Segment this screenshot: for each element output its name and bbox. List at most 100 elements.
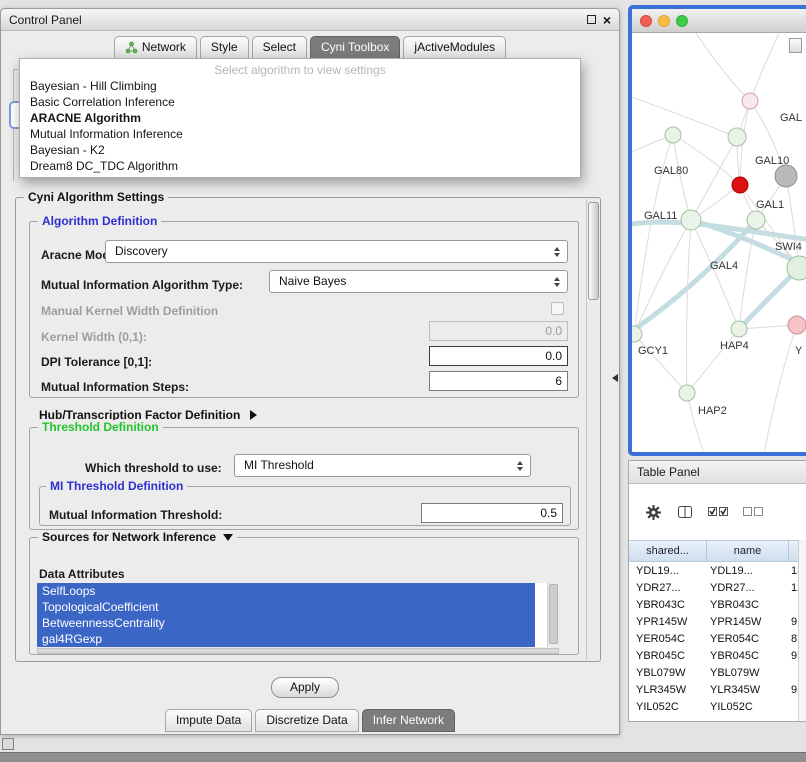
table-cell: YBL079W <box>707 667 789 679</box>
dpi-tolerance-field[interactable]: 0.0 <box>429 346 568 366</box>
scrollbar-thumb[interactable] <box>588 202 599 300</box>
selected-value: Naive Bayes <box>279 274 346 288</box>
mi-steps-field[interactable]: 6 <box>429 371 568 391</box>
network-node[interactable] <box>788 316 806 334</box>
network-node[interactable] <box>731 321 747 337</box>
close-traffic-light-icon[interactable] <box>640 15 652 27</box>
tab-select[interactable]: Select <box>252 36 307 59</box>
network-edge <box>632 220 756 335</box>
table-settings-button[interactable] <box>645 504 662 521</box>
desktop-bottom-bar <box>0 752 806 762</box>
minimize-traffic-light-icon[interactable] <box>658 15 670 27</box>
node-label: HAP2 <box>698 405 727 417</box>
network-node[interactable] <box>728 128 746 146</box>
network-edge <box>687 329 739 393</box>
network-node[interactable] <box>665 127 681 143</box>
column-visibility-button[interactable] <box>677 504 693 520</box>
sources-section-header[interactable]: Sources for Network Inference <box>38 530 237 544</box>
table-cell: YBR043C <box>707 599 789 611</box>
attributes-list-scrollbar[interactable] <box>547 583 559 647</box>
node-label: GAL <box>780 112 802 124</box>
algorithm-option-bayesian-hill-climbing[interactable]: Bayesian - Hill Climbing <box>20 78 580 94</box>
group-title: Threshold Definition <box>38 420 163 434</box>
attributes-horizontal-scrollbar[interactable] <box>37 648 559 654</box>
table-row[interactable]: YBR045CYBR045C9. <box>629 647 806 664</box>
network-node[interactable] <box>732 177 748 193</box>
node-label: GAL4 <box>710 260 738 272</box>
minimized-window-icon[interactable] <box>2 738 14 750</box>
network-canvas[interactable]: GALGAL80GAL10GAL1GAL11SWI4GAL4GCY1HAP4HA… <box>632 33 806 451</box>
attribute-item-selfloops[interactable]: SelfLoops <box>37 583 535 599</box>
control-panel-titlebar[interactable]: Control Panel × <box>1 9 619 31</box>
table-row[interactable]: YDR27...YDR27...12 <box>629 579 806 596</box>
network-node[interactable] <box>787 256 806 280</box>
network-tool-button[interactable] <box>789 38 802 53</box>
network-node[interactable] <box>679 385 695 401</box>
group-title-text: Algorithm Definition <box>42 214 157 228</box>
tab-network[interactable]: Network <box>114 36 197 59</box>
tab-label: Infer Network <box>373 713 444 727</box>
settings-scrollbar[interactable] <box>586 199 600 660</box>
window-controls: × <box>587 14 611 26</box>
column-header-2[interactable]: name <box>707 541 789 561</box>
panel-collapse-arrow[interactable] <box>612 374 618 382</box>
tab-jactivemodules[interactable]: jActiveModules <box>403 36 506 59</box>
table-row[interactable]: YER054CYER054C8. <box>629 630 806 647</box>
tab-label: Network <box>142 40 186 54</box>
group-title-text: Threshold Definition <box>42 420 159 434</box>
node-label: HAP4 <box>720 340 749 352</box>
scrollbar-thumb[interactable] <box>549 584 558 644</box>
algorithm-option-basic-correlation-inference[interactable]: Basic Correlation Inference <box>20 94 580 110</box>
zoom-traffic-light-icon[interactable] <box>676 15 688 27</box>
float-window-icon[interactable] <box>587 15 596 24</box>
table-cell: YER054C <box>629 633 707 645</box>
select-all-button[interactable] <box>708 506 728 518</box>
tab-label: jActiveModules <box>414 40 495 54</box>
tab-style[interactable]: Style <box>200 36 249 59</box>
algorithm-option-bayesian-k2[interactable]: Bayesian - K2 <box>20 142 580 158</box>
algorithm-option-dream8-dc-tdc-algorithm[interactable]: Dream8 DC_TDC Algorithm <box>20 158 580 174</box>
expand-arrow-icon[interactable] <box>250 410 257 420</box>
network-graph[interactable]: GALGAL80GAL10GAL1GAL11SWI4GAL4GCY1HAP4HA… <box>632 33 806 451</box>
which-threshold-select[interactable]: MI Threshold <box>234 454 531 477</box>
table-row[interactable]: YBL079WYBL079W <box>629 664 806 681</box>
gear-icon <box>645 504 662 521</box>
apply-button[interactable]: Apply <box>271 677 339 698</box>
bottom-tab-infer-network[interactable]: Infer Network <box>362 709 455 732</box>
attribute-item-betweennesscentrality[interactable]: BetweennessCentrality <box>37 615 535 631</box>
mi-threshold-field[interactable]: 0.5 <box>421 503 563 523</box>
deselect-all-button[interactable] <box>743 506 763 518</box>
column-header-1[interactable]: shared... <box>629 541 707 561</box>
table-panel-titlebar[interactable]: Table Panel <box>629 461 806 484</box>
attribute-item-gal4rgexp[interactable]: gal4RGexp <box>37 631 535 647</box>
algorithm-option-mutual-information-inference[interactable]: Mutual Information Inference <box>20 126 580 142</box>
table-row[interactable]: YIL052CYIL052C <box>629 698 806 715</box>
network-node[interactable] <box>632 326 642 342</box>
data-attributes-label: Data Attributes <box>39 567 125 581</box>
close-icon[interactable]: × <box>603 14 611 26</box>
tab-cyni-toolbox[interactable]: Cyni Toolbox <box>310 36 400 59</box>
table-row[interactable]: YPR145WYPR145W9. <box>629 613 806 630</box>
network-node[interactable] <box>747 211 765 229</box>
algorithm-option-aracne-algorithm[interactable]: ARACNE Algorithm <box>20 110 580 126</box>
network-node[interactable] <box>742 93 758 109</box>
network-node[interactable] <box>681 210 701 230</box>
table-row[interactable]: YLR345WYLR345W9. <box>629 681 806 698</box>
table-scrollbar[interactable] <box>798 540 806 721</box>
table-row[interactable]: YBR043CYBR043C <box>629 596 806 613</box>
network-view-window: GALGAL80GAL10GAL1GAL11SWI4GAL4GCY1HAP4HA… <box>628 5 806 456</box>
cyni-bottom-tabbar: Impute DataDiscretize Data Infer Network <box>1 709 619 732</box>
aracne-mode-select[interactable]: Discovery <box>105 240 568 263</box>
data-attributes-list[interactable]: SelfLoopsTopologicalCoefficientBetweenne… <box>37 583 559 647</box>
network-node[interactable] <box>775 165 797 187</box>
manual-kernel-width-checkbox[interactable] <box>551 302 564 315</box>
group-title: MI Threshold Definition <box>46 479 187 493</box>
attribute-item-topologicalcoefficient[interactable]: TopologicalCoefficient <box>37 599 535 615</box>
collapse-arrow-icon[interactable] <box>223 534 233 541</box>
table-cell: YBR045C <box>629 650 707 662</box>
mi-algorithm-type-select[interactable]: Naive Bayes <box>269 270 568 293</box>
network-window-titlebar[interactable] <box>632 9 806 33</box>
table-row[interactable]: YDL19...YDL19...13 <box>629 562 806 579</box>
bottom-tab-impute-data[interactable]: Impute Data <box>165 709 252 732</box>
bottom-tab-discretize-data[interactable]: Discretize Data <box>255 709 358 732</box>
